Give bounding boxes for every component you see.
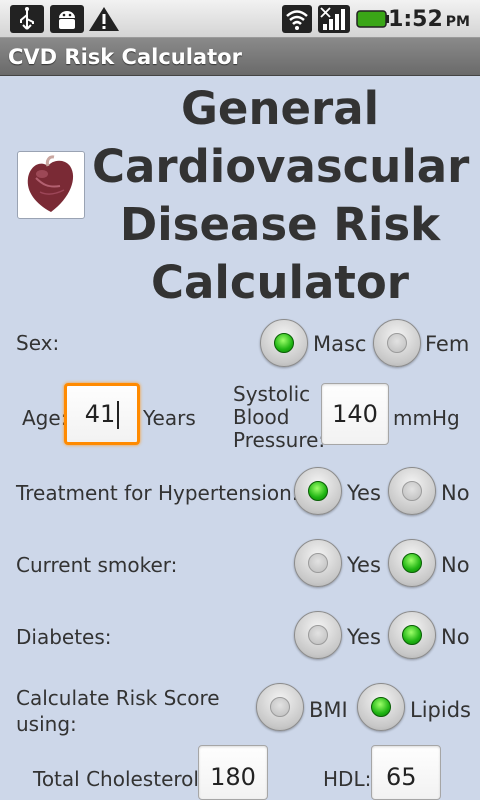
heart-image: [17, 151, 85, 219]
text-caret: [117, 401, 120, 429]
method-lipids-label[interactable]: Lipids: [410, 697, 471, 723]
battery-icon: [356, 10, 389, 28]
android-debug-icon: [50, 5, 84, 33]
smoker-radio-yes[interactable]: [294, 539, 342, 587]
diabetes-no-label[interactable]: No: [441, 624, 470, 650]
age-input[interactable]: 41: [64, 383, 140, 445]
treatment-no-label[interactable]: No: [441, 480, 470, 506]
method-bmi-label[interactable]: BMI: [309, 697, 348, 723]
usb-icon: [10, 5, 44, 33]
hdl-label: HDL:: [323, 767, 372, 791]
app-title-bar: CVD Risk Calculator: [0, 38, 480, 76]
hdl-input[interactable]: 65: [371, 745, 441, 800]
heart-icon: [27, 155, 74, 212]
treatment-label: Treatment for Hypertension:: [16, 481, 299, 505]
page-title: General Cardiovascular Disease Risk Calc…: [92, 82, 470, 309]
treatment-radio-no[interactable]: [388, 467, 436, 515]
sex-radio-masc[interactable]: [260, 319, 308, 367]
sbp-unit: mmHg: [393, 406, 460, 430]
sex-fem-label[interactable]: Fem: [425, 331, 469, 357]
diabetes-radio-no[interactable]: [388, 611, 436, 659]
method-label: Calculate Risk Score using:: [16, 686, 220, 736]
diabetes-radio-yes[interactable]: [294, 611, 342, 659]
status-bar: 1:52 PM: [0, 0, 480, 38]
diabetes-yes-label[interactable]: Yes: [347, 624, 381, 650]
app-title: CVD Risk Calculator: [8, 45, 242, 69]
status-time: 1:52 PM: [388, 7, 470, 32]
age-unit: Years: [143, 406, 196, 430]
method-radio-lipids[interactable]: [357, 683, 405, 731]
wifi-icon: [282, 5, 312, 33]
treatment-radio-yes[interactable]: [294, 467, 342, 515]
warning-icon: [89, 7, 119, 31]
sex-masc-label[interactable]: Masc: [313, 331, 366, 357]
smoker-yes-label[interactable]: Yes: [347, 552, 381, 578]
smoker-label: Current smoker:: [16, 553, 178, 577]
sex-label: Sex:: [16, 331, 60, 355]
cholesterol-label: Total Cholesterol:: [33, 767, 206, 791]
smoker-no-label[interactable]: No: [441, 552, 470, 578]
treatment-yes-label[interactable]: Yes: [347, 480, 381, 506]
age-label: Age:: [22, 406, 68, 430]
diabetes-label: Diabetes:: [16, 625, 112, 649]
sbp-input[interactable]: 140: [321, 383, 389, 445]
sbp-label: Systolic Blood Pressure:: [233, 382, 326, 452]
cholesterol-input[interactable]: 180: [198, 745, 268, 800]
sex-radio-fem[interactable]: [373, 319, 421, 367]
smoker-radio-no[interactable]: [388, 539, 436, 587]
signal-icon: [318, 5, 350, 33]
method-radio-bmi[interactable]: [256, 683, 304, 731]
